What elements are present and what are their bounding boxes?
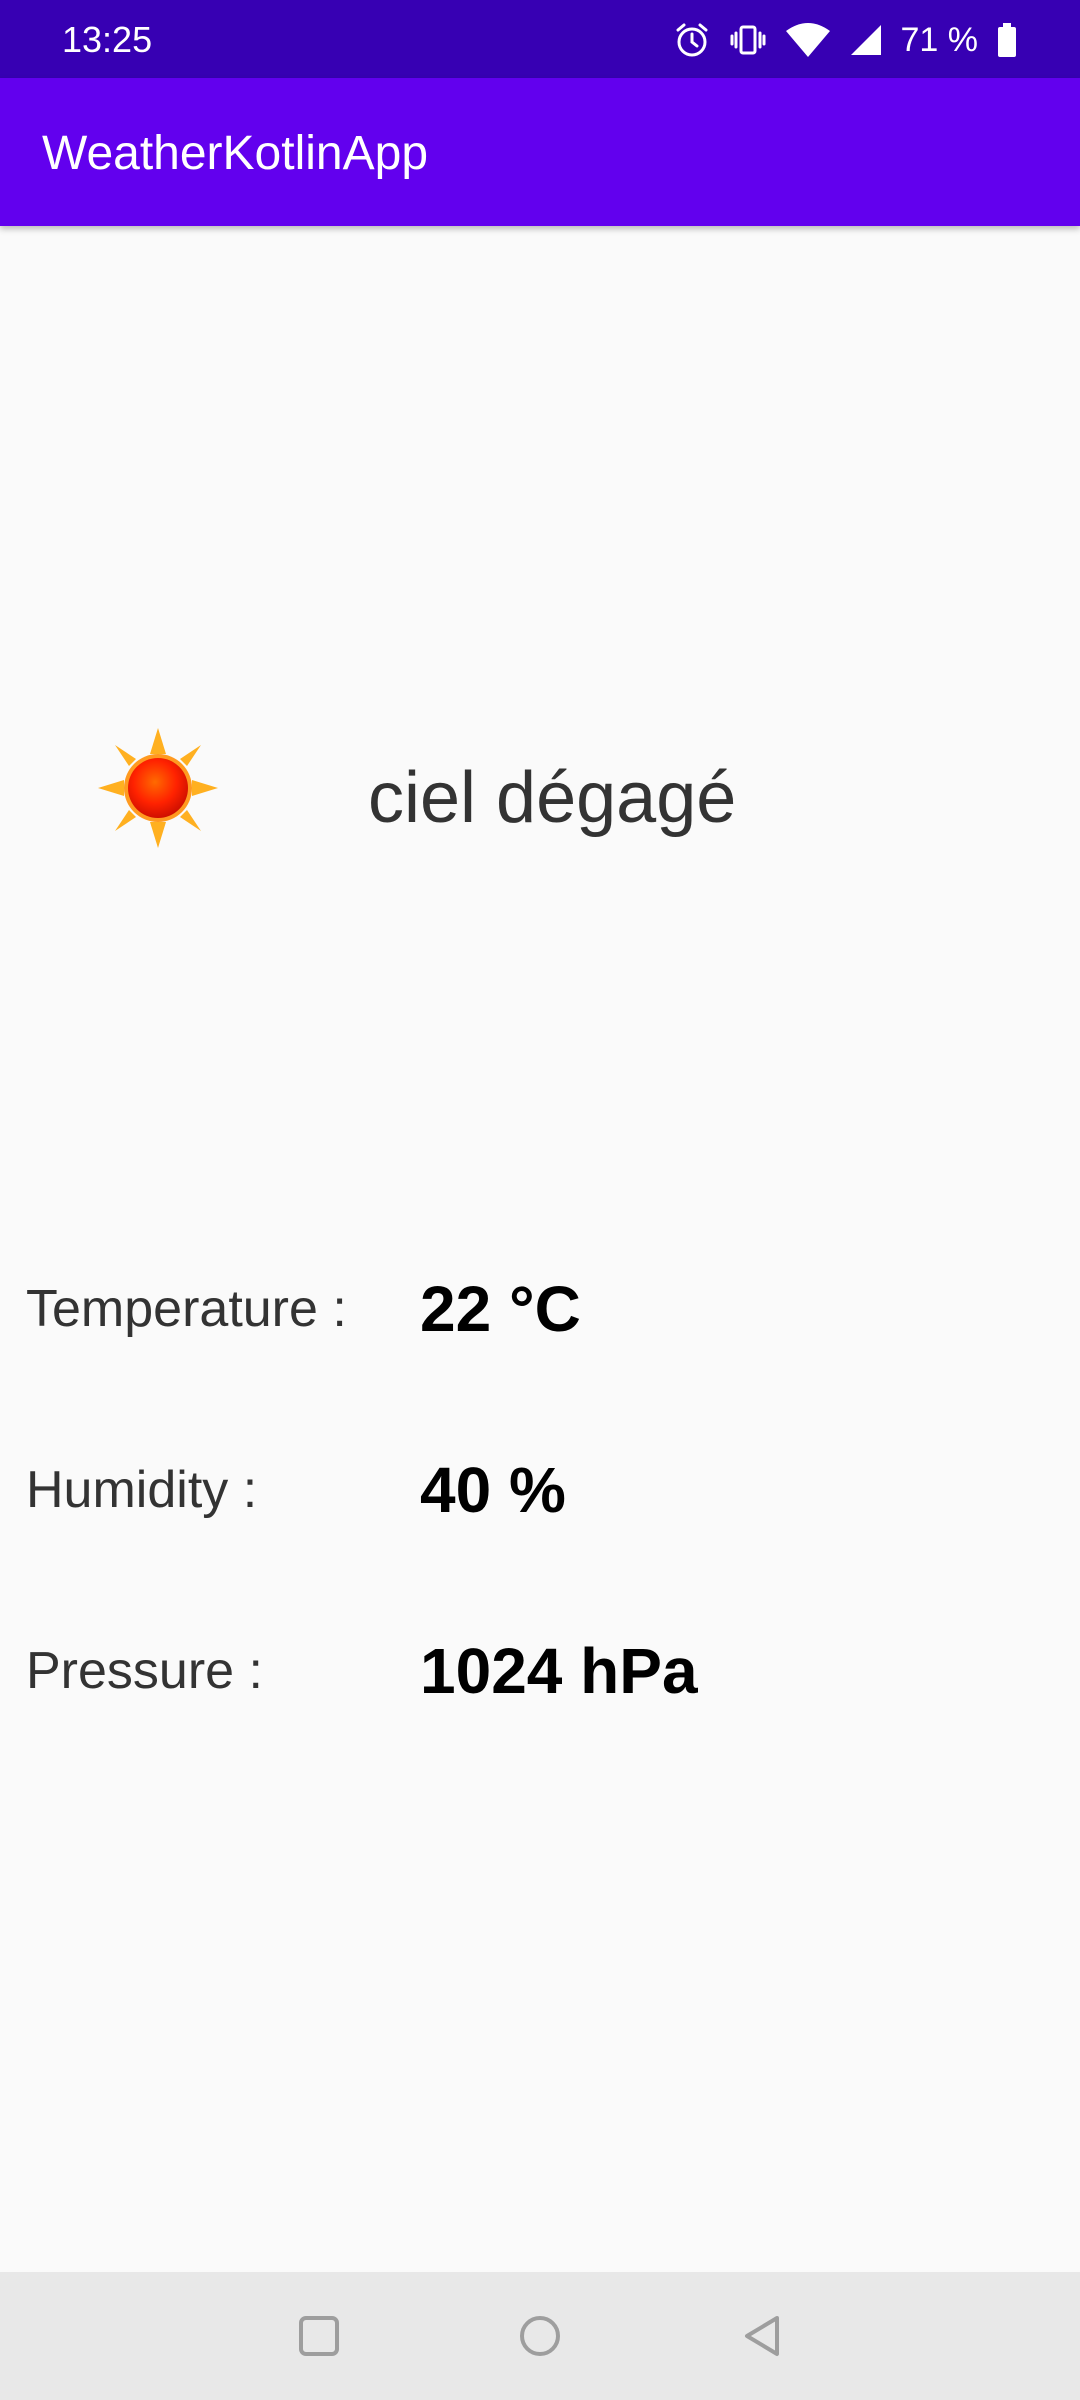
battery-icon <box>996 21 1018 59</box>
cell-signal-icon <box>849 21 883 59</box>
recents-icon[interactable] <box>285 2302 353 2370</box>
alarm-icon <box>673 21 711 59</box>
pressure-label: Pressure : <box>26 1642 263 1700</box>
status-bar: 13:25 71 % <box>0 0 1080 78</box>
app-title: WeatherKotlinApp <box>42 127 429 180</box>
humidity-label: Humidity : <box>26 1461 258 1519</box>
status-time: 13:25 <box>62 19 153 60</box>
status-icons: 71 % <box>673 18 1019 62</box>
wifi-icon <box>785 21 831 59</box>
app-bar: WeatherKotlinApp <box>0 78 1080 226</box>
battery-percent: 71 % <box>900 21 979 59</box>
temperature-label: Temperature : <box>26 1280 347 1338</box>
home-icon[interactable] <box>506 2302 574 2370</box>
weather-description: ciel dégagé <box>368 758 737 838</box>
back-icon[interactable] <box>728 2302 796 2370</box>
weather-content: ciel dégagé Temperature : 22 °C Humidity… <box>0 226 1080 2272</box>
navigation-bar <box>0 2272 1080 2400</box>
pressure-value: 1024 hPa <box>420 1635 698 1707</box>
temperature-value: 22 °C <box>420 1273 581 1345</box>
humidity-value: 40 % <box>420 1454 566 1526</box>
sun-icon <box>96 726 220 850</box>
vibrate-icon <box>729 21 767 59</box>
